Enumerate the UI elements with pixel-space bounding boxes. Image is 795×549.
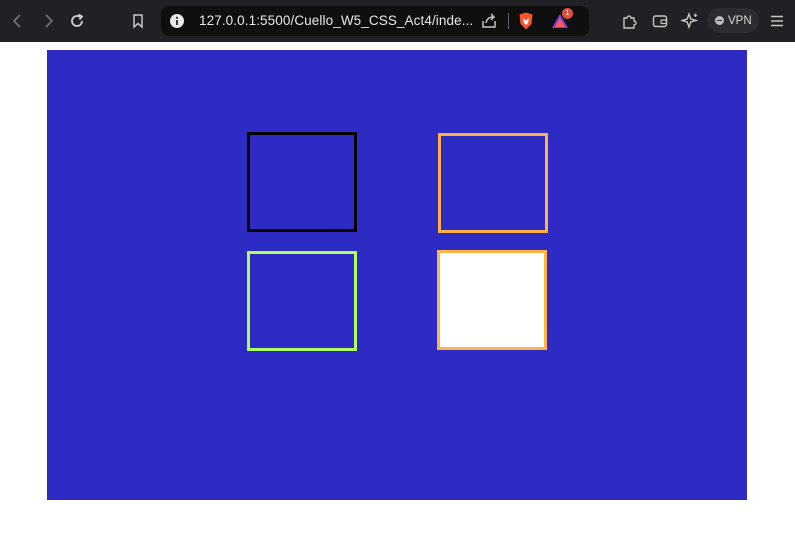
vpn-status-icon <box>715 16 724 25</box>
wallet-icon <box>652 15 668 28</box>
rewards-badge: 1 <box>562 8 573 19</box>
bookmark-button[interactable] <box>125 8 151 34</box>
bookmark-icon <box>133 14 143 29</box>
extensions-button[interactable] <box>617 8 643 34</box>
wallet-button[interactable] <box>647 8 673 34</box>
back-button[interactable] <box>5 8 31 34</box>
url-text[interactable]: 127.0.0.1:5500/Cuello_W5_CSS_Act4/inde..… <box>199 13 473 28</box>
vpn-label: VPN <box>728 14 752 27</box>
puzzle-icon <box>623 15 637 29</box>
box-black-border <box>247 132 357 232</box>
back-arrow-icon <box>12 14 21 28</box>
forward-button[interactable] <box>35 8 61 34</box>
sparkle-star-icon <box>681 12 699 30</box>
site-info-icon[interactable] <box>169 13 185 29</box>
reload-button[interactable] <box>64 8 90 34</box>
box-green-border <box>247 251 357 351</box>
share-icon[interactable] <box>479 11 499 31</box>
vpn-button[interactable]: VPN <box>707 8 759 33</box>
forward-arrow-icon <box>45 14 54 28</box>
browser-toolbar: 127.0.0.1:5500/Cuello_W5_CSS_Act4/inde..… <box>0 0 795 42</box>
reload-icon <box>71 13 84 27</box>
address-bar[interactable]: 127.0.0.1:5500/Cuello_W5_CSS_Act4/inde..… <box>161 6 589 36</box>
brave-shields-icon[interactable] <box>516 11 536 31</box>
box-orange-border <box>438 133 548 233</box>
menu-button[interactable] <box>764 8 790 34</box>
address-bar-divider <box>508 13 509 29</box>
box-white-filled <box>437 250 547 350</box>
page-canvas <box>47 50 747 500</box>
leo-ai-button[interactable] <box>677 8 703 34</box>
hamburger-menu-icon <box>771 15 783 27</box>
